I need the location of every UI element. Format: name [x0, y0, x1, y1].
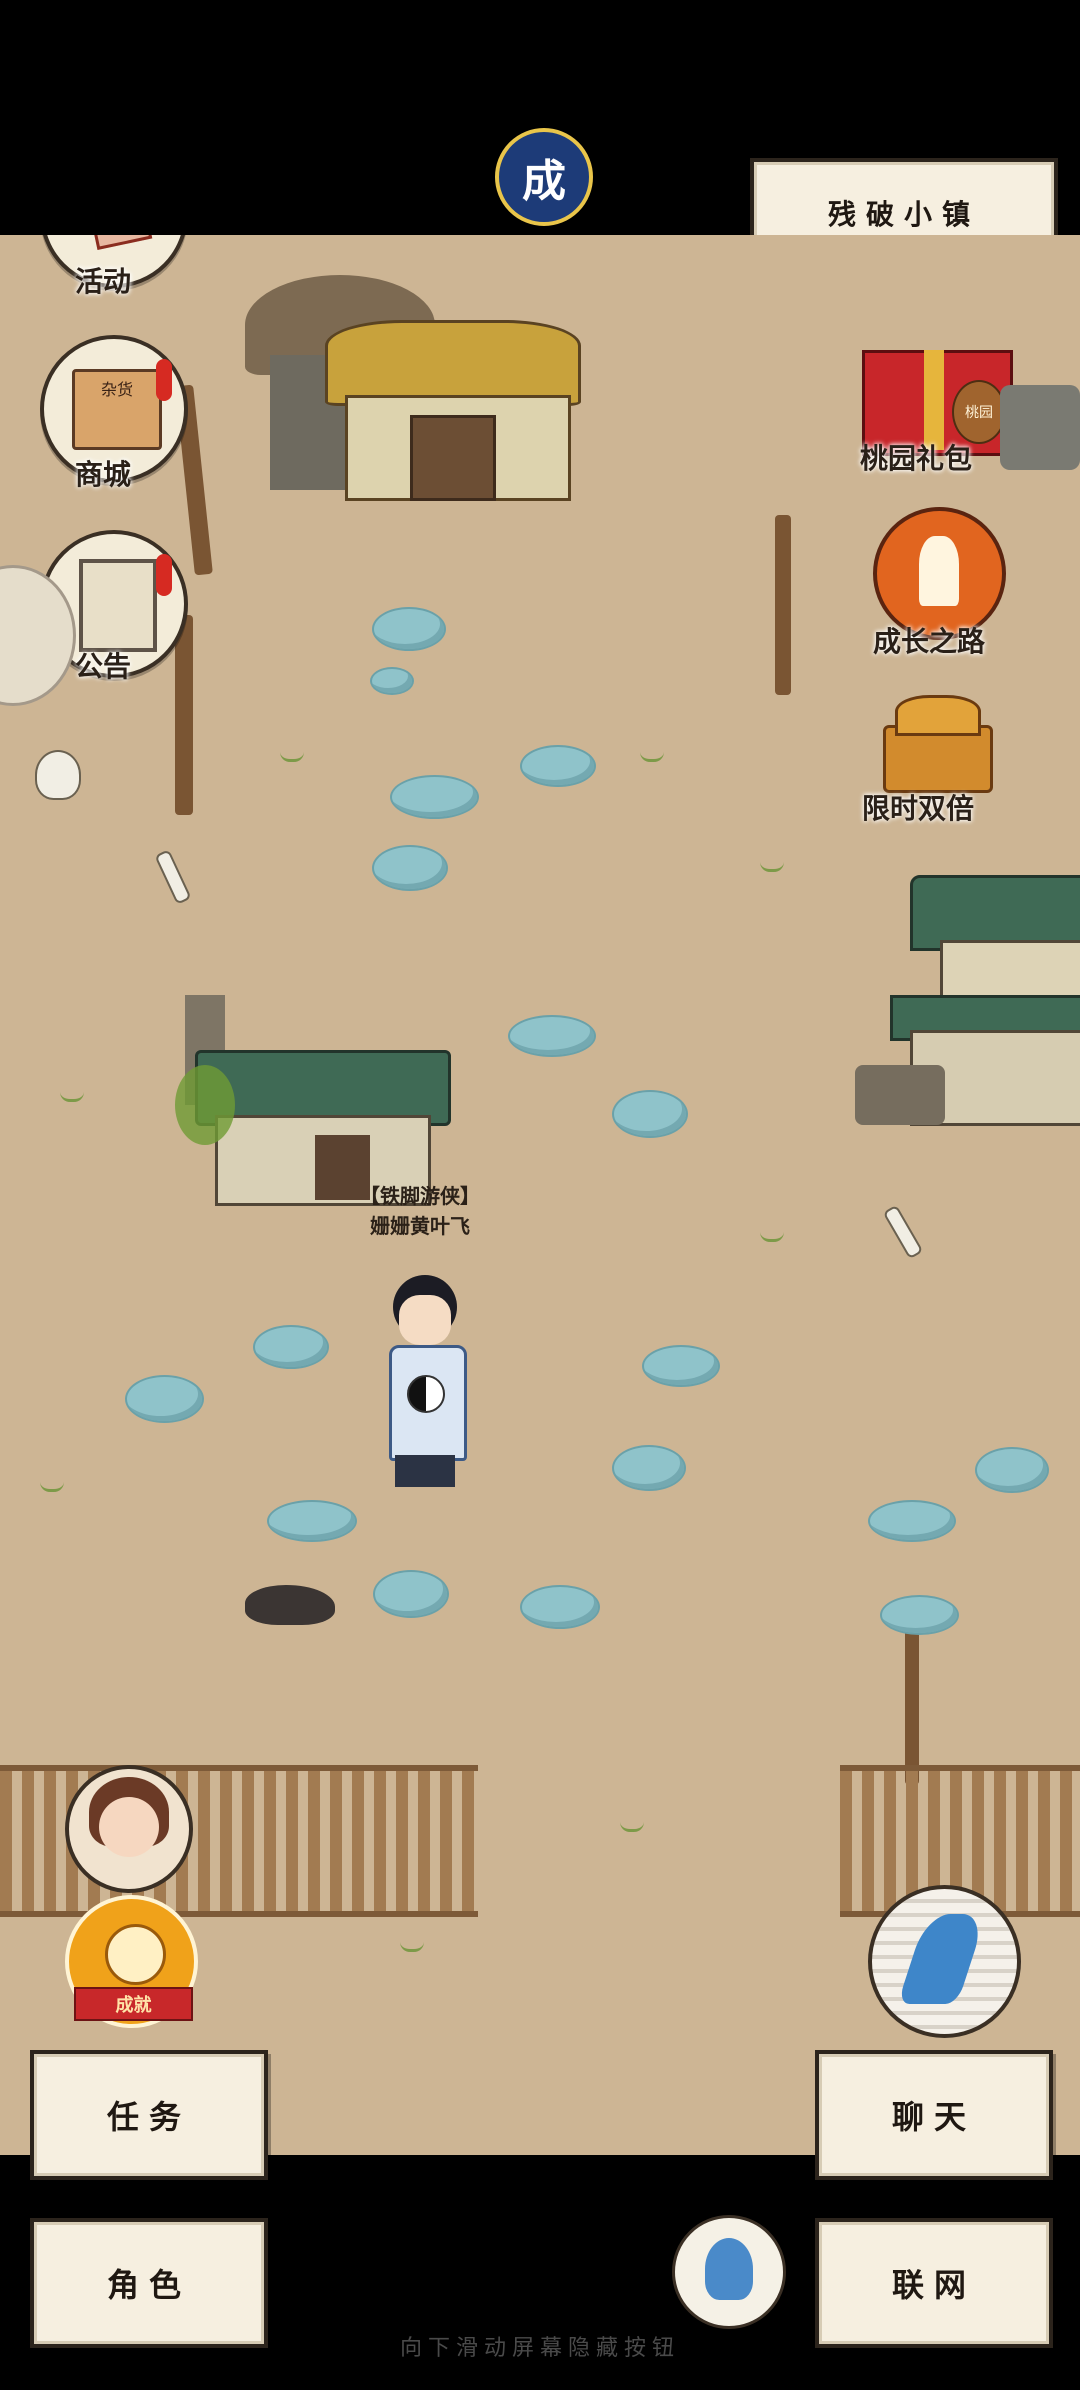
- flag-icon: [81, 235, 153, 250]
- stepping-stone: [372, 845, 448, 891]
- stepping-stone: [868, 1500, 956, 1542]
- stepping-stone: [267, 1500, 357, 1542]
- stepping-stone: [520, 745, 596, 787]
- achievement-ribbon: 成就: [74, 1987, 193, 2021]
- chat-button[interactable]: 聊天: [815, 2050, 1053, 2180]
- role-button[interactable]: 角色: [30, 2218, 268, 2348]
- network-button[interactable]: 联网: [815, 2218, 1053, 2348]
- network-label: 联网: [891, 2266, 976, 2304]
- task-button[interactable]: 任务: [30, 2050, 268, 2180]
- stepping-stone: [520, 1585, 600, 1629]
- player-name: 姗姗黄叶飞: [370, 1214, 470, 1238]
- shop-label: 商城: [75, 458, 132, 491]
- activity-label: 活动: [75, 265, 132, 298]
- gift-label: 桃园礼包: [860, 442, 973, 475]
- grass-tuft: [60, 1085, 84, 1102]
- companion-avatar[interactable]: [65, 1765, 193, 1893]
- ruined-house-right: [850, 865, 1080, 1155]
- stepping-stone: [508, 1015, 596, 1057]
- growth-label: 成长之路: [873, 625, 986, 658]
- achievement-label: 成就: [115, 1995, 152, 2016]
- alert-icon: [156, 359, 172, 401]
- stepping-stone: [612, 1445, 686, 1491]
- mode-badge-icon[interactable]: 成: [495, 128, 593, 226]
- stepping-stone: [390, 775, 479, 819]
- shop-sign: 杂货: [100, 380, 133, 399]
- player-character[interactable]: [375, 1275, 475, 1495]
- thatched-hut: [245, 275, 585, 505]
- bare-tree: [775, 515, 791, 695]
- alert-icon: [156, 554, 172, 596]
- gift-tag: 桃园: [952, 380, 1006, 444]
- gift-tag-text: 桃园: [965, 405, 993, 421]
- location-label: 残破小镇: [827, 198, 980, 231]
- bone-icon: [882, 1204, 924, 1260]
- gift-box-icon[interactable]: 桃园: [862, 325, 1013, 456]
- stepping-stone: [253, 1325, 329, 1369]
- chat-label: 聊天: [891, 2098, 976, 2136]
- flower-icon: [105, 1924, 166, 1985]
- meditate-button[interactable]: [672, 2215, 786, 2329]
- badge-char: 成: [522, 156, 566, 207]
- stepping-stone: [612, 1090, 688, 1138]
- sprint-button[interactable]: [868, 1885, 1021, 2038]
- grass-tuft: [620, 1815, 644, 1832]
- stepping-stone: [372, 607, 446, 651]
- grass-tuft: [760, 1225, 784, 1242]
- player-title: 【铁脚游侠】: [360, 1184, 480, 1208]
- skull-icon: [35, 750, 81, 800]
- bare-tree: [175, 615, 193, 815]
- double-label: 限时双倍: [862, 792, 975, 825]
- stepping-stone: [370, 667, 414, 695]
- running-man-icon: [897, 1914, 987, 2004]
- role-label: 角色: [106, 2266, 191, 2304]
- meditation-icon: [705, 2238, 753, 2300]
- achievement-button[interactable]: 成就: [65, 1895, 198, 2028]
- bone-icon: [154, 849, 192, 905]
- grass-tuft: [640, 745, 664, 762]
- task-label: 任务: [106, 2098, 191, 2136]
- stepping-stone: [975, 1447, 1049, 1493]
- stepping-stone: [642, 1345, 720, 1387]
- grass-tuft: [400, 1935, 424, 1952]
- treasure-chest-icon[interactable]: [875, 695, 995, 793]
- grass-tuft: [760, 855, 784, 872]
- grass-tuft: [40, 1475, 64, 1492]
- stone-well: [1000, 385, 1080, 470]
- stepping-stone: [880, 1595, 959, 1635]
- stepping-stone: [373, 1570, 449, 1618]
- stepping-stone: [125, 1375, 204, 1423]
- grass-tuft: [280, 745, 304, 762]
- shop-building-icon: 杂货: [72, 369, 162, 450]
- notice-board-icon: [79, 559, 157, 652]
- ruined-house-left: [135, 995, 455, 1206]
- rat-enemy-icon[interactable]: [245, 1585, 335, 1625]
- notice-label: 公告: [75, 650, 132, 683]
- hide-buttons-hint: 向下滑动屏幕隐藏按钮: [399, 2336, 680, 2361]
- game-map[interactable]: 【铁脚游侠】 姗姗黄叶飞 活动 杂货 商城 公告 桃园 桃园礼包 成长之路 限时…: [0, 235, 1080, 2155]
